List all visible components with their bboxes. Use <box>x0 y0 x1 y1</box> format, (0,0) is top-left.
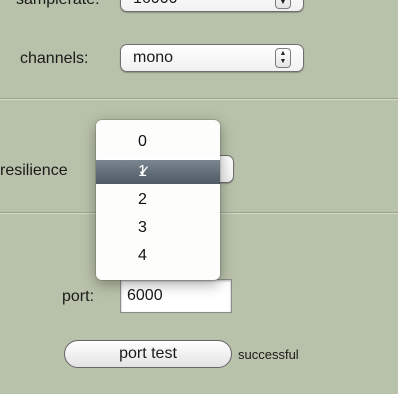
port-test-status: successful <box>238 347 299 362</box>
menu-item-4[interactable]: 4 <box>96 244 220 268</box>
channels-label: channels: <box>20 50 89 67</box>
menu-item-label: 0 <box>138 133 147 150</box>
menu-item-0[interactable]: 0 <box>96 130 220 154</box>
stepper-icon: ▲▼ <box>275 0 291 9</box>
menu-item-3[interactable]: 3 <box>96 216 220 240</box>
menu-item-label: 4 <box>138 247 147 264</box>
menu-item-label: 3 <box>138 219 147 236</box>
resilience-label: resilience <box>0 162 68 179</box>
samplerate-label: samplerate: <box>16 0 100 9</box>
resilience-dropdown-menu: 0 ✓ 1 2 3 4 <box>96 120 220 280</box>
port-label: port: <box>62 288 95 305</box>
port-test-button[interactable]: port test <box>64 340 232 368</box>
menu-item-1[interactable]: ✓ 1 <box>96 160 220 184</box>
menu-item-2[interactable]: 2 <box>96 188 220 212</box>
samplerate-value: 16000 <box>133 0 178 8</box>
menu-item-label: 1 <box>138 163 147 180</box>
stepper-icon: ▲▼ <box>275 48 291 68</box>
port-input[interactable]: 6000 <box>120 279 232 313</box>
menu-item-label: 2 <box>138 191 147 208</box>
samplerate-popup[interactable]: 16000 ▲▼ <box>120 0 304 12</box>
channels-popup[interactable]: mono ▲ ▼ <box>120 44 304 72</box>
section-divider <box>0 98 398 100</box>
channels-value: mono <box>133 49 174 66</box>
